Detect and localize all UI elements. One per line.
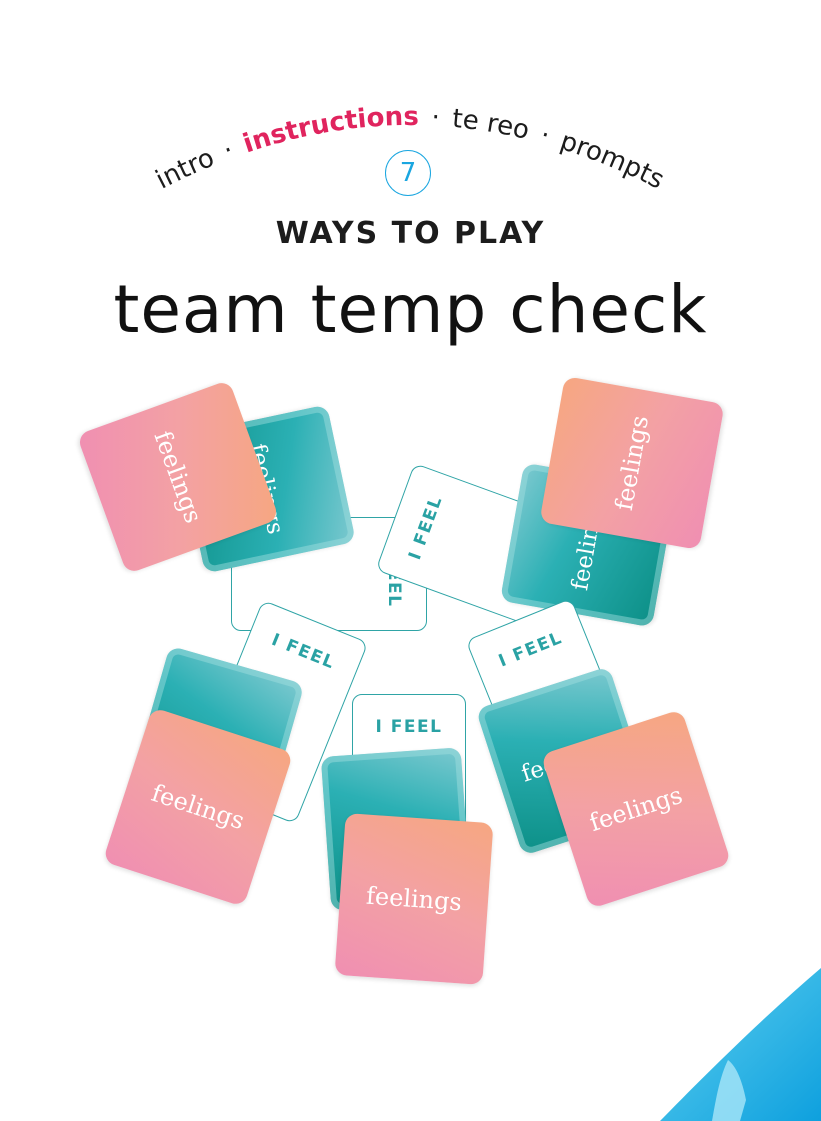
corner-decoration	[660, 968, 821, 1121]
